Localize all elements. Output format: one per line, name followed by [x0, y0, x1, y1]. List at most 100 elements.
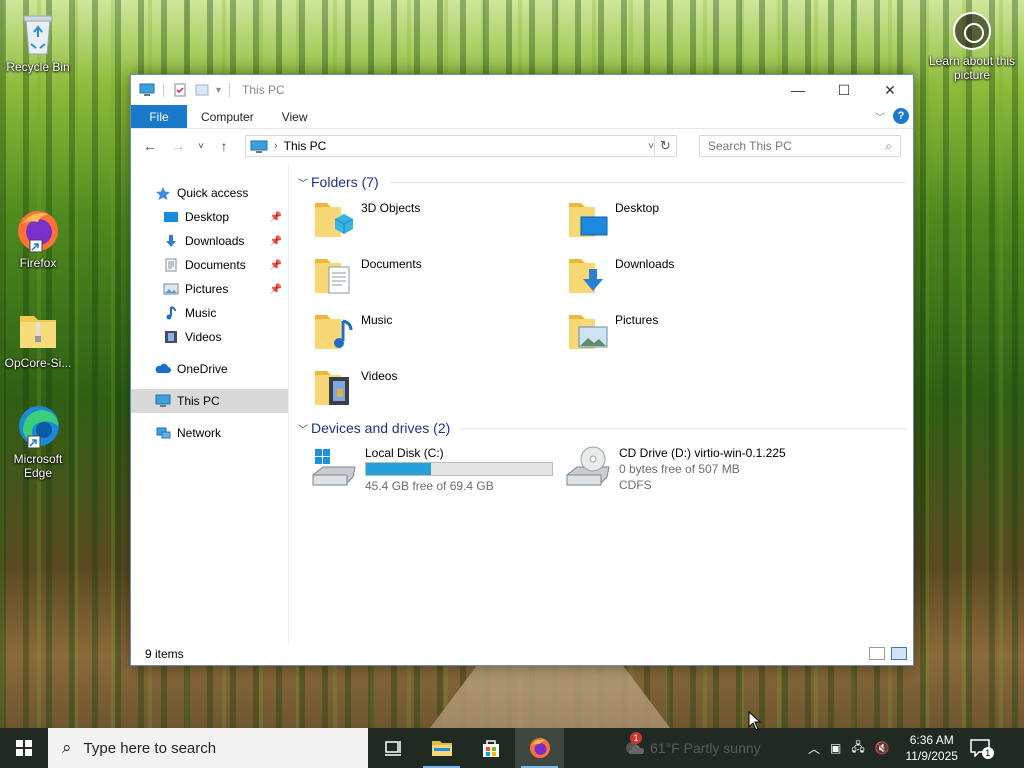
clock[interactable]: 6:36 AM 11/9/2025	[902, 732, 962, 764]
refresh-icon[interactable]: ↻	[654, 135, 676, 157]
star-icon	[156, 187, 170, 200]
taskbar-store[interactable]	[466, 728, 515, 768]
folder-music[interactable]: Music	[313, 309, 567, 357]
folder-3d-objects[interactable]: 3D Objects	[313, 197, 567, 245]
drive-cd-d[interactable]: CD Drive (D:) virtio-win-0.1.225 0 bytes…	[563, 445, 817, 505]
notification-count: 1	[981, 747, 994, 759]
collapse-chevron-icon[interactable]: ﹀	[295, 175, 311, 190]
folder-name: 3D Objects	[361, 201, 421, 215]
task-view-button[interactable]	[368, 728, 417, 768]
large-icons-view-icon[interactable]	[891, 647, 907, 660]
learn-about-picture[interactable]: Learn about this picture	[926, 8, 1018, 82]
collapse-chevron-icon[interactable]: ﹀	[295, 421, 311, 436]
folder-name: Music	[361, 313, 393, 327]
nav-item-downloads[interactable]: Downloads 📌	[131, 229, 288, 253]
folder-name: Pictures	[615, 313, 659, 327]
forward-button[interactable]: →	[167, 135, 189, 157]
breadcrumb-chevron-icon[interactable]: ›	[274, 140, 278, 152]
folder-name: Desktop	[615, 201, 660, 215]
folder-name: Downloads	[615, 257, 675, 271]
folder-downloads[interactable]: Downloads	[567, 253, 821, 301]
nav-item-music[interactable]: Music	[131, 301, 288, 325]
pin-icon[interactable]: 📌	[270, 284, 282, 295]
taskbar-firefox[interactable]	[515, 728, 564, 768]
drive-info: CD Drive (D:) virtio-win-0.1.225 0 bytes…	[619, 445, 786, 493]
group-header-devices[interactable]: ﹀ Devices and drives (2)	[295, 417, 913, 439]
breadcrumb-this-pc[interactable]: This PC	[284, 139, 327, 153]
desktop-icon-edge[interactable]: Microsoft Edge	[0, 402, 76, 480]
meet-now-icon[interactable]: ▣	[830, 741, 841, 755]
new-folder-icon[interactable]	[194, 83, 210, 97]
volume-muted-icon[interactable]: 🔇	[875, 741, 890, 755]
file-explorer-window: ▾ This PC — ☐ ✕ File Computer View ﹀ ? ←…	[130, 74, 914, 666]
up-button[interactable]: ↑	[213, 135, 235, 157]
drive-filesystem: CDFS	[619, 478, 652, 492]
details-view-icon[interactable]	[869, 647, 885, 660]
network-icon[interactable]: 🖧	[851, 738, 864, 759]
start-button[interactable]	[0, 728, 48, 768]
desktop-icon-recycle-bin[interactable]: Recycle Bin	[0, 10, 76, 74]
nav-item-pictures[interactable]: Pictures 📌	[131, 277, 288, 301]
this-pc-icon	[250, 140, 268, 153]
desktop-icon-label: Recycle Bin	[6, 60, 70, 74]
download-arrow-icon	[166, 235, 176, 247]
recent-locations-button[interactable]: ˅	[195, 135, 207, 157]
toolbar-separator	[229, 83, 231, 97]
cloud-icon	[155, 363, 171, 373]
nav-item-videos[interactable]: Videos	[131, 325, 288, 349]
pin-icon[interactable]: 📌	[270, 260, 282, 271]
drives-grid: Local Disk (C:) 45.4 GB free of 69.4 GB …	[295, 439, 913, 505]
windows-logo-icon	[16, 740, 32, 756]
title-bar[interactable]: ▾ This PC — ☐ ✕	[131, 75, 913, 105]
weather-badge: 1	[630, 732, 642, 744]
folders-grid: 3D Objects Desktop Documents Downloads M…	[295, 193, 913, 413]
desktop-icon-label: OpCore-Si...	[4, 356, 72, 370]
music-folder-icon	[315, 315, 353, 349]
tab-file[interactable]: File	[131, 105, 187, 128]
minimize-button[interactable]: —	[775, 75, 821, 105]
help-icon[interactable]: ?	[893, 108, 909, 124]
expand-ribbon-icon[interactable]: ﹀	[875, 109, 885, 124]
desktop-icon-label: Firefox	[19, 256, 57, 270]
pin-icon[interactable]: 📌	[270, 212, 282, 223]
maximize-button[interactable]: ☐	[821, 75, 867, 105]
group-header-folders[interactable]: ﹀ Folders (7)	[295, 171, 913, 193]
pin-icon[interactable]: 📌	[270, 236, 282, 247]
drive-name: CD Drive (D:) virtio-win-0.1.225	[619, 446, 786, 460]
drive-local-disk-c[interactable]: Local Disk (C:) 45.4 GB free of 69.4 GB	[309, 445, 563, 505]
show-hidden-icons-chevron-icon[interactable]: ︿	[808, 740, 820, 757]
taskbar-file-explorer[interactable]	[417, 728, 466, 768]
back-button[interactable]: ←	[139, 135, 161, 157]
close-button[interactable]: ✕	[867, 75, 913, 105]
customize-toolbar-icon[interactable]: ▾	[216, 85, 221, 96]
properties-icon[interactable]	[172, 83, 188, 97]
content-pane: ﹀ Folders (7) 3D Objects Desktop Documen…	[289, 163, 913, 643]
nav-item-this-pc[interactable]: This PC	[131, 389, 288, 413]
tab-view[interactable]: View	[268, 105, 322, 128]
firefox-icon	[529, 738, 550, 758]
search-input[interactable]: Search This PC ⌕	[699, 135, 901, 157]
folder-desktop[interactable]: Desktop	[567, 197, 821, 245]
system-tray: ︿ ▣ 🖧 🔇	[808, 738, 890, 759]
address-row: ← → ˅ ↑ › This PC ˅ ↻ Search This PC ⌕	[131, 129, 913, 163]
desktop-icon-opcore[interactable]: OpCore-Si...	[0, 306, 76, 370]
taskbar-search-box[interactable]: ⌕ Type here to search	[48, 728, 368, 768]
document-icon	[165, 258, 177, 272]
folder-documents[interactable]: Documents	[313, 253, 567, 301]
clock-date: 11/9/2025	[905, 749, 958, 763]
weather-widget[interactable]: 1 61°F Partly sunny	[624, 732, 784, 756]
nav-item-documents[interactable]: Documents 📌	[131, 253, 288, 277]
taskbar-search-placeholder: Type here to search	[83, 739, 217, 757]
folder-videos[interactable]: Videos	[313, 365, 567, 413]
tab-computer[interactable]: Computer	[187, 105, 268, 128]
nav-item-desktop[interactable]: Desktop 📌	[131, 205, 288, 229]
nav-item-quick-access[interactable]: Quick access	[131, 181, 288, 205]
desktop-icon-firefox[interactable]: Firefox	[0, 206, 76, 270]
folder-pictures[interactable]: Pictures	[567, 309, 821, 357]
nav-item-network[interactable]: Network	[131, 421, 288, 445]
downloads-folder-icon	[569, 259, 603, 293]
notification-center-button[interactable]: 1	[962, 728, 998, 768]
item-count: 9 items	[145, 647, 184, 661]
nav-item-onedrive[interactable]: OneDrive	[131, 357, 288, 381]
address-bar[interactable]: › This PC ˅ ↻	[245, 135, 677, 157]
